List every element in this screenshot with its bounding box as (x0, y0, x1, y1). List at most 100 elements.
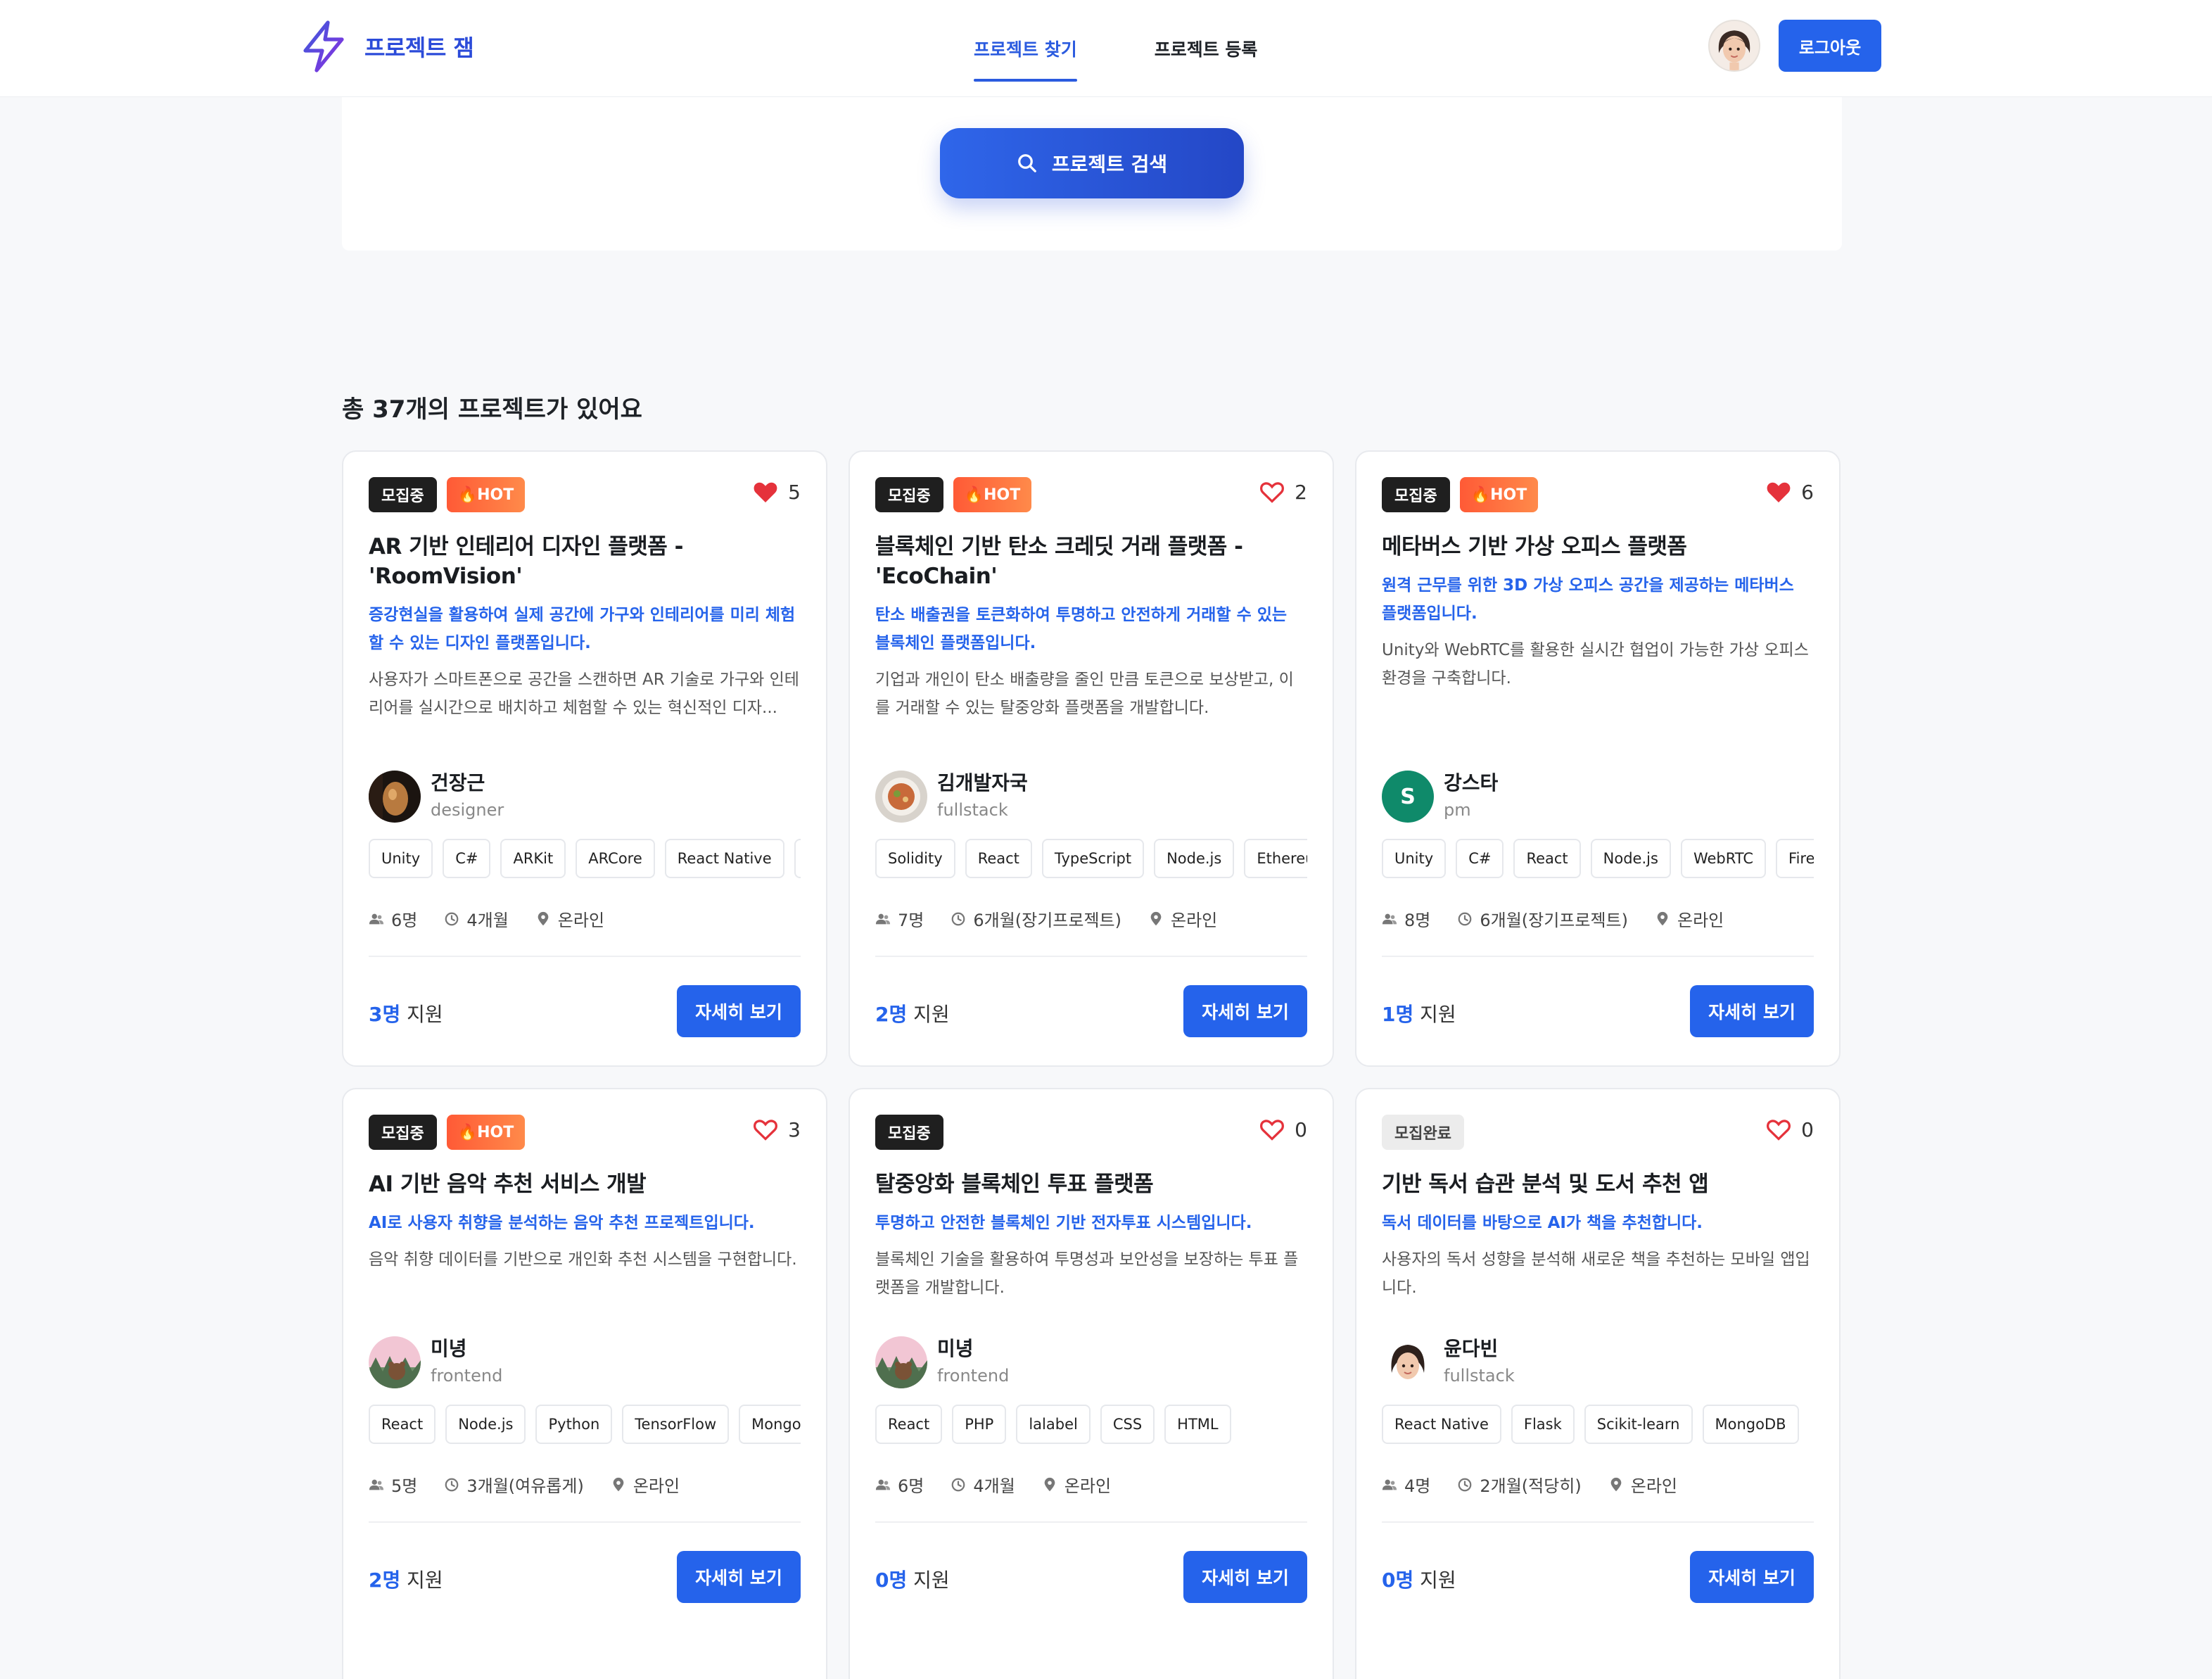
applicant-number: 0명 (875, 1569, 908, 1592)
tech-tag: HTML (1164, 1405, 1231, 1444)
card-author[interactable]: 미녕 frontend (369, 1336, 502, 1389)
search-icon (1017, 154, 1036, 172)
nav-register-project[interactable]: 프로젝트 등록 (1146, 0, 1266, 97)
apply-suffix: 지원 (1413, 1569, 1456, 1592)
tech-tag: TypeScript (1041, 839, 1145, 878)
card-meta: 8명 6개월(장기프로젝트) 온라인 (1382, 906, 1724, 931)
applicant-count: 3명 지원 (369, 999, 443, 1027)
lightning-logo-icon (303, 20, 344, 72)
tech-tag: TensorFlow (622, 1405, 730, 1444)
hot-badge: 🔥HOT (446, 1115, 526, 1150)
card-title[interactable]: 기반 독서 습관 분석 및 도서 추천 앱 (1382, 1170, 1814, 1199)
author-initial: S (1400, 784, 1416, 809)
card-badges: 모집중 🔥HOT (1382, 477, 1814, 512)
location: 온라인 (1064, 1476, 1112, 1496)
project-card[interactable]: 모집완료 0 기반 독서 습관 분석 및 도서 추천 앱 독서 데이터를 바탕으로 A… (1355, 1088, 1841, 1679)
view-detail-button[interactable]: 자세히 보기 (677, 985, 801, 1037)
applicant-count: 2명 지원 (875, 999, 950, 1027)
card-description: 기업과 개인이 탄소 배출량을 줄인 만큼 토큰으로 보상받고, 이를 거래할 … (875, 671, 1294, 717)
location: 온라인 (1171, 911, 1218, 930)
author-name: 건장근 (431, 771, 485, 794)
view-detail-button[interactable]: 자세히 보기 (1690, 1551, 1814, 1603)
location-pin-icon (1610, 1477, 1622, 1491)
nav-find-projects[interactable]: 프로젝트 찾기 (965, 0, 1086, 97)
project-card[interactable]: 모집중 0 탈중앙화 블록체인 투표 플랫폼 투명하고 안전한 블록체인 기반 전자투… (848, 1088, 1334, 1679)
view-detail-button[interactable]: 자세히 보기 (1183, 985, 1307, 1037)
logout-button[interactable]: 로그아웃 (1779, 20, 1881, 72)
card-author[interactable]: 미녕 frontend (875, 1336, 1009, 1389)
author-name: 윤다빈 (1444, 1337, 1499, 1360)
tech-tag: React (965, 839, 1032, 878)
card-author[interactable]: S 강스타 pm (1382, 770, 1498, 823)
tech-tag: ARKit (500, 839, 566, 878)
card-title[interactable]: AR 기반 인테리어 디자인 플랫폼 - 'RoomVision' (369, 532, 801, 591)
view-detail-button[interactable]: 자세히 보기 (1183, 1551, 1307, 1603)
project-card[interactable]: 모집중 🔥HOT 2 블록체인 기반 탄소 크레딧 거래 플랫폼 - 'EcoChai… (848, 450, 1334, 1067)
logo-text: 프로젝트 잼 (364, 34, 474, 61)
tech-tag: MongoDB (1702, 1405, 1799, 1444)
card-author[interactable]: 김개발자국 fullstack (875, 770, 1028, 823)
view-detail-button[interactable]: 자세히 보기 (1690, 985, 1814, 1037)
project-card[interactable]: 모집중 🔥HOT 5 AR 기반 인테리어 디자인 플랫폼 - 'RoomVision… (342, 450, 827, 1067)
author-avatar (875, 1336, 927, 1388)
duration: 2개월(적당히) (1480, 1476, 1582, 1496)
like-button[interactable]: 6 (1766, 480, 1814, 504)
duration: 4개월 (973, 1476, 1015, 1496)
location: 온라인 (1677, 911, 1724, 930)
card-author[interactable]: 건장근 designer (369, 770, 504, 823)
card-meta: 4명 2개월(적당히) 온라인 (1382, 1472, 1677, 1497)
card-badges: 모집완료 (1382, 1115, 1814, 1150)
card-divider (369, 1521, 801, 1523)
duration: 6개월(장기프로젝트) (973, 911, 1121, 930)
tech-tag: Unity (369, 839, 433, 878)
applicant-number: 2명 (875, 1003, 908, 1026)
like-count: 3 (788, 1117, 801, 1141)
card-divider (1382, 1521, 1814, 1523)
applicant-number: 2명 (369, 1569, 401, 1592)
clock-icon (952, 912, 965, 925)
applicant-count: 1명 지원 (1382, 999, 1456, 1027)
card-title[interactable]: AI 기반 음악 추천 서비스 개발 (369, 1170, 801, 1199)
project-search-button[interactable]: 프로젝트 검색 (940, 128, 1244, 198)
like-button[interactable]: 5 (753, 480, 801, 504)
applicant-number: 0명 (1382, 1569, 1414, 1592)
people-icon (369, 1479, 384, 1490)
card-subtitle: AI로 사용자 취향을 분석하는 음악 추천 프로젝트입니다. (369, 1214, 755, 1232)
tech-tag: C# (1456, 839, 1504, 878)
tech-tag: Nod (794, 839, 801, 878)
like-button[interactable]: 0 (1259, 1117, 1307, 1141)
tech-stack-tags: ReactNode.jsPythonTensorFlowMongoDB (369, 1405, 801, 1444)
project-card[interactable]: 모집중 🔥HOT 3 AI 기반 음악 추천 서비스 개발 AI로 사용자 취향을 분석… (342, 1088, 827, 1679)
like-button[interactable]: 0 (1766, 1117, 1814, 1141)
tech-tag: React Native (664, 839, 784, 878)
card-title[interactable]: 탈중앙화 블록체인 투표 플랫폼 (875, 1170, 1307, 1199)
tech-tag: Flask (1511, 1405, 1575, 1444)
card-subtitle: 투명하고 안전한 블록체인 기반 전자투표 시스템입니다. (875, 1214, 1252, 1232)
hot-badge: 🔥HOT (953, 477, 1032, 512)
tech-tag: Node.js (445, 1405, 526, 1444)
tech-tag: Firebas (1776, 839, 1814, 878)
card-title[interactable]: 메타버스 기반 가상 오피스 플랫폼 (1382, 532, 1814, 562)
member-count: 6명 (391, 911, 418, 930)
view-detail-button[interactable]: 자세히 보기 (677, 1551, 801, 1603)
main-nav: 프로젝트 찾기 프로젝트 등록 (965, 0, 1266, 97)
project-card[interactable]: 모집중 🔥HOT 6 메타버스 기반 가상 오피스 플랫폼 원격 근무를 위한 3D 가… (1355, 450, 1841, 1067)
card-badges: 모집중 🔥HOT (369, 477, 801, 512)
card-author[interactable]: 윤다빈 fullstack (1382, 1336, 1515, 1389)
like-count: 5 (788, 480, 801, 504)
search-button-label: 프로젝트 검색 (1051, 153, 1168, 176)
author-avatar (1382, 1336, 1434, 1388)
user-avatar[interactable] (1708, 20, 1760, 72)
tech-tag: Node.js (1154, 839, 1235, 878)
logo[interactable]: 프로젝트 잼 (300, 20, 474, 73)
like-button[interactable]: 2 (1259, 480, 1307, 504)
top-header: 프로젝트 잼 프로젝트 찾기 프로젝트 등록 로그아웃 (0, 0, 2212, 97)
people-icon (369, 913, 384, 924)
status-badge: 모집중 (369, 477, 437, 512)
card-title[interactable]: 블록체인 기반 탄소 크레딧 거래 플랫폼 - 'EcoChain' (875, 532, 1307, 591)
duration: 4개월 (466, 911, 509, 930)
like-button[interactable]: 3 (753, 1117, 801, 1141)
apply-suffix: 지원 (907, 1003, 950, 1026)
tech-tag: lalabel (1016, 1405, 1091, 1444)
card-description: Unity와 WebRTC를 활용한 실시간 협업이 가능한 가상 오피스 환경… (1382, 641, 1809, 688)
